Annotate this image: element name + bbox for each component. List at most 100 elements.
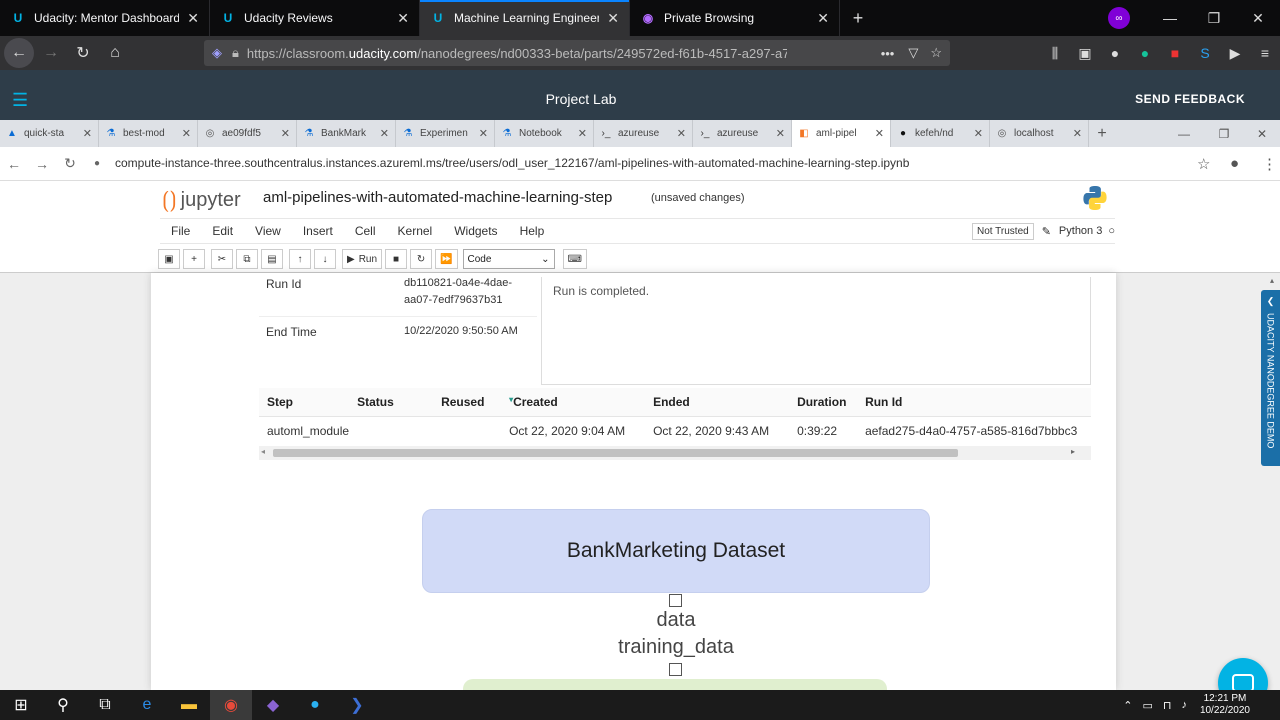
move-down-icon[interactable]: ↓ [314, 249, 336, 269]
scroll-up-icon[interactable]: ▴ [1270, 276, 1274, 285]
close-tab-icon[interactable]: ✕ [875, 127, 884, 140]
minimize-icon[interactable]: — [1148, 10, 1192, 26]
send-feedback-button[interactable]: SEND FEEDBACK [1135, 92, 1245, 106]
chrome-tab[interactable]: ▲ quick-sta ✕ [0, 120, 99, 147]
close-tab-icon[interactable]: ✕ [607, 10, 619, 27]
menu-edit[interactable]: Edit [201, 224, 244, 238]
volume-icon[interactable]: ♪ [1181, 699, 1187, 711]
scrollbar-thumb[interactable] [273, 449, 958, 457]
table-row[interactable]: automl_module Oct 22, 2020 9:04 AM Oct 2… [259, 416, 1091, 446]
table-horizontal-scrollbar[interactable]: ◂ ▸ [259, 446, 1091, 460]
windows-start-icon[interactable]: ⊞ [0, 690, 42, 720]
wifi-icon[interactable]: ⊓ [1163, 699, 1172, 712]
shield-icon[interactable]: ◈ [212, 45, 222, 61]
bookmark-star-icon[interactable]: ☆ [1197, 155, 1210, 173]
close-tab-icon[interactable]: ✕ [281, 127, 290, 140]
more-menu-icon[interactable]: ⋮ [1262, 155, 1277, 173]
page-actions-icon[interactable]: ••• [881, 46, 895, 61]
close-tab-icon[interactable]: ✕ [974, 127, 983, 140]
reload-icon[interactable]: ↻ [56, 155, 84, 172]
media-icon[interactable]: ▶ [1220, 45, 1250, 62]
chrome-tab[interactable]: ⚗ best-mod ✕ [99, 120, 198, 147]
chrome-tab-active[interactable]: ◧ aml-pipel ✕ [792, 120, 891, 147]
tray-chevron-icon[interactable]: ⌃ [1123, 699, 1132, 712]
chrome-tab[interactable]: ›_ azureuse ✕ [594, 120, 693, 147]
chrome-tab[interactable]: ● kefeh/nd ✕ [891, 120, 990, 147]
sidebar-icon[interactable]: ▣ [1070, 45, 1100, 62]
menu-widgets[interactable]: Widgets [443, 224, 508, 238]
edge-icon[interactable]: e [126, 690, 168, 720]
search-icon[interactable]: ⚲ [42, 690, 84, 720]
close-tab-icon[interactable]: ✕ [187, 10, 199, 27]
chrome-tab[interactable]: ⚗ BankMark ✕ [297, 120, 396, 147]
scroll-right-icon[interactable]: ▸ [1071, 447, 1075, 456]
close-tab-icon[interactable]: ✕ [380, 127, 389, 140]
close-tab-icon[interactable]: ✕ [83, 127, 92, 140]
menu-file[interactable]: File [160, 224, 201, 238]
back-icon[interactable]: ← [4, 38, 34, 68]
not-trusted-badge[interactable]: Not Trusted [972, 222, 1034, 240]
column-header-status[interactable]: Status [349, 388, 434, 417]
close-tab-icon[interactable]: ✕ [817, 10, 829, 27]
restore-icon[interactable]: ❐ [1204, 127, 1244, 141]
scroll-left-icon[interactable]: ◂ [261, 447, 265, 456]
menu-kernel[interactable]: Kernel [387, 224, 444, 238]
forward-icon[interactable]: → [28, 156, 56, 172]
interrupt-icon[interactable]: ■ [385, 249, 408, 269]
chrome-icon[interactable]: ◉ [210, 690, 252, 720]
menu-cell[interactable]: Cell [344, 224, 387, 238]
firefox-tab[interactable]: U Udacity Reviews ✕ [210, 0, 420, 36]
copy-icon[interactable]: ⧉ [236, 249, 258, 269]
close-tab-icon[interactable]: ✕ [182, 127, 191, 140]
jupyter-logo[interactable]: ⟮⟯ jupyter [162, 187, 241, 213]
close-tab-icon[interactable]: ✕ [677, 127, 686, 140]
account-icon[interactable]: ● [1100, 45, 1130, 61]
hamburger-menu-icon[interactable]: ≡ [1250, 45, 1280, 61]
cell-type-select[interactable]: Code ⌄ [462, 249, 555, 269]
dataset-node[interactable]: BankMarketing Dataset [422, 509, 930, 593]
column-header-duration[interactable]: Duration [789, 388, 858, 417]
chrome-tab[interactable]: ◎ ae09fdf5 ✕ [198, 120, 297, 147]
git-icon[interactable]: ◆ [252, 690, 294, 720]
close-tab-icon[interactable]: ✕ [578, 127, 587, 140]
kernel-name[interactable]: Python 3 [1059, 225, 1102, 237]
close-window-icon[interactable]: ✕ [1236, 10, 1280, 27]
chrome-tab[interactable]: ⚗ Notebook ✕ [495, 120, 594, 147]
close-tab-icon[interactable]: ✕ [1073, 127, 1082, 140]
firefox-url-bar[interactable]: ◈ 🔒︎ https://classroom. udacity.com/nanod… [204, 40, 950, 66]
restart-icon[interactable]: ↻ [410, 249, 433, 269]
restart-run-all-icon[interactable]: ⏩ [435, 249, 458, 269]
lock-icon[interactable]: 🔒︎ [232, 45, 239, 61]
menu-help[interactable]: Help [509, 224, 556, 238]
network-icon[interactable]: ▭ [1142, 699, 1152, 712]
new-tab-button[interactable]: + [840, 0, 876, 36]
column-header-run-id[interactable]: Run Id [857, 388, 1091, 417]
cut-icon[interactable]: ✂ [211, 249, 233, 269]
extension-badge-icon[interactable]: ■ [1160, 45, 1190, 61]
move-up-icon[interactable]: ↑ [289, 249, 311, 269]
insert-cell-icon[interactable]: + [183, 249, 205, 269]
grammarly-icon[interactable]: ● [1130, 45, 1160, 61]
new-tab-button[interactable]: + [1089, 125, 1115, 143]
profile-icon[interactable]: ● [1230, 155, 1239, 172]
restore-icon[interactable]: ❐ [1192, 10, 1236, 27]
close-window-icon[interactable]: ✕ [1244, 127, 1280, 141]
notebook-name[interactable]: aml-pipelines-with-automated-machine-lea… [263, 189, 612, 206]
column-header-ended[interactable]: Ended [645, 388, 790, 417]
keyboard-icon[interactable]: ⌨ [562, 249, 587, 269]
powershell-icon[interactable]: ❯ [336, 690, 378, 720]
bookmark-star-icon[interactable]: ☆ [930, 45, 942, 61]
column-header-created[interactable]: ▾Created [501, 388, 646, 417]
extension-icon[interactable]: S [1190, 45, 1220, 61]
minimize-icon[interactable]: — [1164, 127, 1204, 141]
file-explorer-icon[interactable]: ▬ [168, 690, 210, 720]
reload-icon[interactable]: ↻ [68, 38, 98, 68]
close-tab-icon[interactable]: ✕ [397, 10, 409, 27]
run-button[interactable]: ▶ Run [342, 249, 383, 269]
lock-icon[interactable]: ● [94, 158, 100, 169]
cell-run-id[interactable]: aefad275-d4a0-4757-a585-816d7bbbc3 [857, 416, 1091, 446]
close-tab-icon[interactable]: ✕ [479, 127, 488, 140]
forward-icon[interactable]: → [36, 38, 66, 68]
library-icon[interactable]: ⫼ [1040, 45, 1070, 62]
firefox-tab[interactable]: U Udacity: Mentor Dashboard ✕ [0, 0, 210, 36]
